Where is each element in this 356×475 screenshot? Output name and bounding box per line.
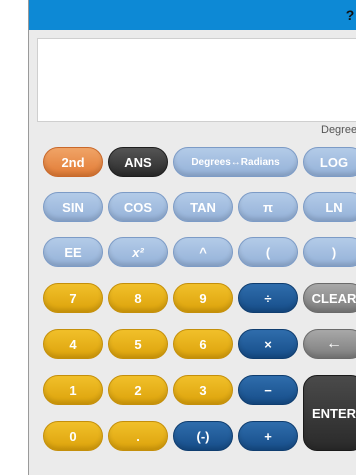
- digit-1-button[interactable]: 1: [43, 375, 103, 405]
- digit-2-button[interactable]: 2: [108, 375, 168, 405]
- title-bar: ?: [29, 0, 356, 30]
- log-button[interactable]: LOG: [303, 147, 356, 177]
- ans-button[interactable]: ANS: [108, 147, 168, 177]
- digit-4-button[interactable]: 4: [43, 329, 103, 359]
- angle-mode-indicator: Degrees: [321, 124, 356, 136]
- decimal-button[interactable]: .: [108, 421, 168, 451]
- calculator-widget: ? Degrees 2nd ANS Degrees↔Radians LOG SI…: [28, 0, 356, 475]
- digit-0-button[interactable]: 0: [43, 421, 103, 451]
- digit-7-button[interactable]: 7: [43, 283, 103, 313]
- digit-5-button[interactable]: 5: [108, 329, 168, 359]
- multiply-button[interactable]: ×: [238, 329, 298, 359]
- help-button[interactable]: ?: [344, 7, 356, 23]
- pi-button[interactable]: π: [238, 192, 298, 222]
- sin-button[interactable]: SIN: [43, 192, 103, 222]
- left-paren-button[interactable]: (: [238, 237, 298, 267]
- power-button[interactable]: ^: [173, 237, 233, 267]
- keypad: 2nd ANS Degrees↔Radians LOG SIN COS TAN …: [37, 137, 356, 475]
- ee-button[interactable]: EE: [43, 237, 103, 267]
- ln-button[interactable]: LN: [303, 192, 356, 222]
- page-margin: [0, 0, 28, 475]
- backspace-button[interactable]: ←: [303, 329, 356, 359]
- minus-button[interactable]: −: [238, 375, 298, 405]
- digit-9-button[interactable]: 9: [173, 283, 233, 313]
- plus-button[interactable]: +: [238, 421, 298, 451]
- clear-button[interactable]: CLEAR: [303, 283, 356, 313]
- enter-button[interactable]: ENTER: [303, 375, 356, 451]
- digit-3-button[interactable]: 3: [173, 375, 233, 405]
- right-paren-button[interactable]: ): [303, 237, 356, 267]
- degrees-radians-toggle-button[interactable]: Degrees↔Radians: [173, 147, 298, 177]
- negate-button[interactable]: (-): [173, 421, 233, 451]
- calculator-display: [37, 38, 356, 122]
- tan-button[interactable]: TAN: [173, 192, 233, 222]
- second-function-button[interactable]: 2nd: [43, 147, 103, 177]
- divide-button[interactable]: ÷: [238, 283, 298, 313]
- square-button[interactable]: x²: [108, 237, 168, 267]
- digit-6-button[interactable]: 6: [173, 329, 233, 359]
- cos-button[interactable]: COS: [108, 192, 168, 222]
- digit-8-button[interactable]: 8: [108, 283, 168, 313]
